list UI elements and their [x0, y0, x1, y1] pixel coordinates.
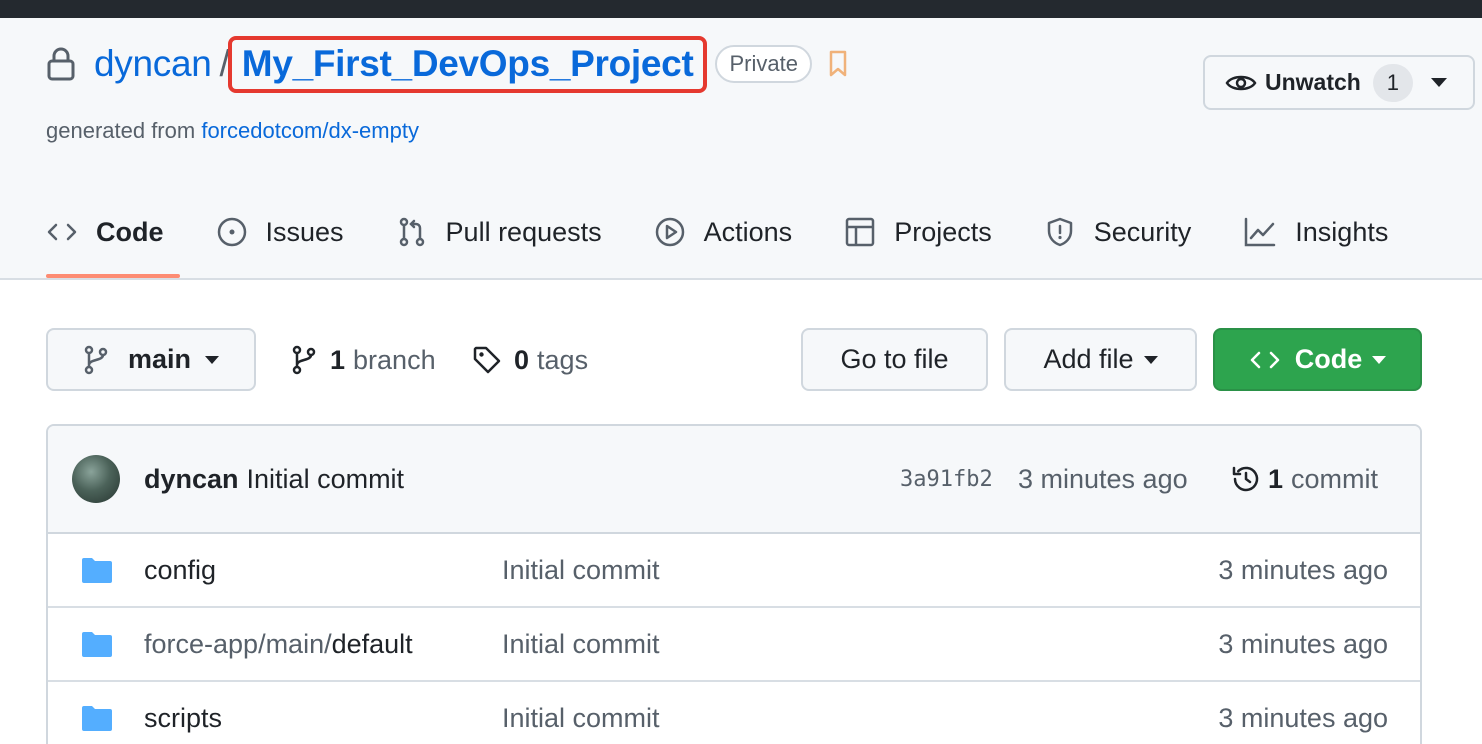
tab-issues[interactable]: Issues [216, 200, 344, 264]
folder-icon [82, 558, 112, 583]
list-item[interactable]: scripts Initial commit 3 minutes ago [48, 682, 1420, 744]
generated-from: generated from forcedotcom/dx-empty [46, 118, 419, 144]
avatar[interactable] [72, 455, 120, 503]
tab-actions[interactable]: Actions [654, 200, 793, 264]
eye-icon [1225, 75, 1257, 90]
git-branch-icon [84, 345, 108, 374]
unwatch-button[interactable]: Unwatch 1 [1203, 55, 1475, 110]
tab-code-label: Code [96, 216, 164, 247]
file-commit-message[interactable]: Initial commit [502, 703, 660, 734]
chevron-down-icon [1430, 78, 1447, 87]
file-commit-time: 3 minutes ago [1218, 702, 1388, 733]
code-icon [47, 223, 77, 241]
chevron-down-icon [205, 355, 220, 364]
file-browser: dyncan Initial commit 3a91fb2 3 minutes … [46, 424, 1422, 744]
tab-code[interactable]: Code [46, 200, 179, 278]
commits-link[interactable]: 1 commit [1230, 463, 1378, 495]
file-name-label: config [144, 554, 217, 585]
commit-author[interactable]: dyncan [144, 464, 239, 495]
file-name[interactable]: force-app/main/default [144, 629, 413, 660]
commit-count: 1 [1268, 463, 1284, 494]
folder-icon [82, 632, 112, 657]
file-commit-time: 3 minutes ago [1218, 628, 1388, 659]
file-name[interactable]: scripts [144, 703, 222, 734]
file-name[interactable]: config [144, 555, 216, 586]
chevron-down-icon [1143, 355, 1158, 364]
tab-pull-requests[interactable]: Pull requests [396, 200, 602, 264]
repo-name-link[interactable]: My_First_DevOps_Project [242, 43, 694, 84]
git-branch-icon [292, 345, 316, 375]
tab-issues-label: Issues [265, 216, 344, 247]
commit-message[interactable]: Initial commit [247, 464, 405, 495]
repo-title: dyncan / My_First_DevOps_Project Private [46, 35, 848, 93]
branch-select-button[interactable]: main [46, 328, 256, 391]
table-icon [845, 217, 875, 247]
template-repo-link[interactable]: forcedotcom/dx-empty [201, 118, 419, 143]
issue-icon [217, 217, 246, 247]
file-commit-message[interactable]: Initial commit [502, 629, 660, 660]
file-name-label: default [331, 628, 413, 659]
visibility-badge: Private [715, 45, 812, 83]
current-branch: main [128, 344, 192, 374]
lock-icon [47, 47, 75, 81]
commit-sha[interactable]: 3a91fb2 [900, 467, 993, 492]
code-button[interactable]: Code [1213, 328, 1422, 391]
tab-projects-label: Projects [894, 216, 992, 247]
tag-label: tags [537, 344, 589, 375]
file-commit-message[interactable]: Initial commit [502, 555, 660, 586]
tab-security-label: Security [1093, 216, 1192, 247]
shield-icon [1047, 217, 1072, 247]
commit-count-label: commit [1291, 463, 1379, 494]
tab-actions-label: Actions [703, 216, 793, 247]
folder-icon [82, 706, 112, 731]
tab-pull-requests-label: Pull requests [445, 216, 602, 247]
go-to-file-button[interactable]: Go to file [801, 328, 988, 391]
list-item[interactable]: force-app/main/default Initial commit 3 … [48, 608, 1420, 682]
repo-name-highlight: My_First_DevOps_Project [227, 35, 708, 93]
repo-owner-link[interactable]: dyncan [94, 43, 212, 85]
code-button-label: Code [1294, 344, 1363, 374]
generated-from-label: generated from [46, 118, 196, 143]
code-icon [1250, 351, 1279, 368]
commit-time: 3 minutes ago [1018, 463, 1188, 494]
history-icon [1232, 466, 1259, 492]
global-header [0, 0, 1482, 18]
tag-icon [473, 346, 501, 374]
chevron-down-icon [1372, 355, 1387, 364]
repo-nav: Code Issues Pull requests Actions Projec… [46, 200, 1440, 280]
branch-count: 1 [330, 344, 346, 375]
pull-request-icon [399, 217, 424, 247]
file-commit-time: 3 minutes ago [1218, 554, 1388, 585]
unwatch-label: Unwatch [1265, 69, 1361, 95]
tab-insights-label: Insights [1295, 216, 1389, 247]
tab-projects[interactable]: Projects [844, 200, 992, 264]
add-file-label: Add file [1043, 344, 1134, 374]
branch-label: branch [353, 344, 436, 375]
graph-icon [1245, 217, 1276, 247]
latest-commit-bar: dyncan Initial commit 3a91fb2 3 minutes … [48, 426, 1420, 534]
list-item[interactable]: config Initial commit 3 minutes ago [48, 534, 1420, 608]
tab-security[interactable]: Security [1044, 200, 1192, 264]
file-name-label: scripts [144, 702, 223, 733]
tag-count: 0 [514, 344, 530, 375]
tab-insights[interactable]: Insights [1243, 200, 1388, 264]
branches-link[interactable]: 1 branch [290, 340, 436, 380]
tags-link[interactable]: 0 tags [472, 340, 588, 380]
play-icon [655, 217, 684, 247]
bookmark-icon[interactable] [828, 50, 848, 78]
add-file-button[interactable]: Add file [1004, 328, 1197, 391]
watchers-count: 1 [1372, 63, 1413, 102]
file-path-prefix: force-app/main/ [144, 628, 332, 659]
